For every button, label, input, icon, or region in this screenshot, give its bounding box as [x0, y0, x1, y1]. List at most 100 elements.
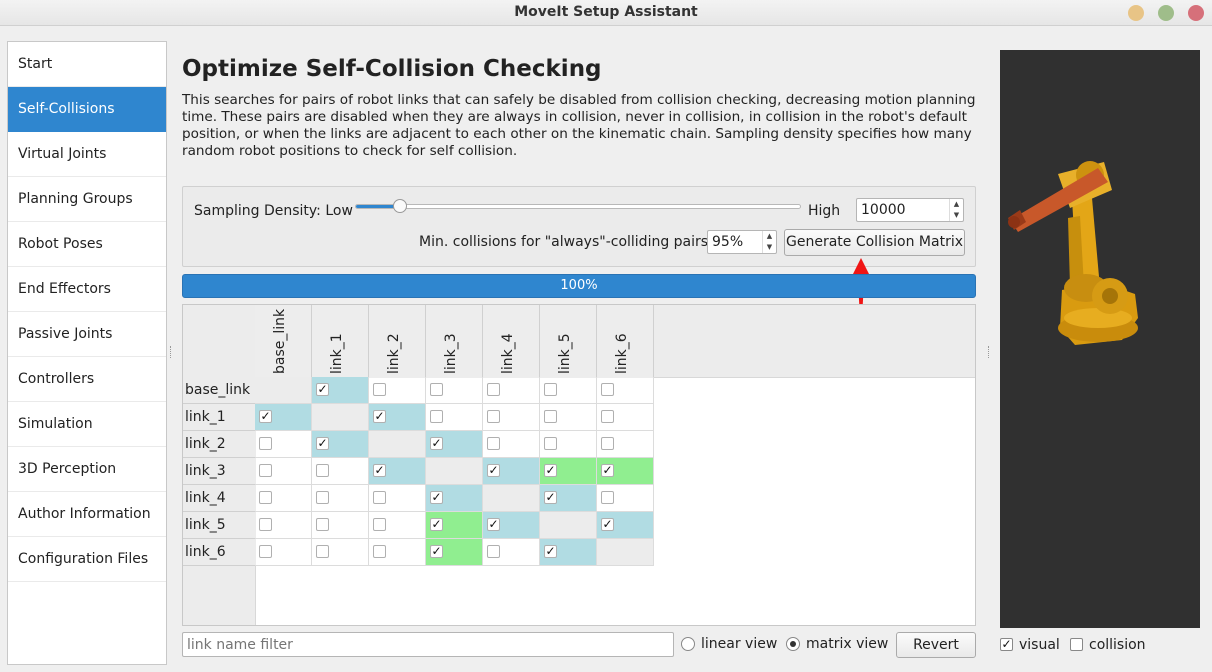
- sidebar-item-robot-poses[interactable]: Robot Poses: [8, 222, 166, 267]
- matrix-cell[interactable]: [255, 512, 312, 539]
- pair-checkbox[interactable]: [601, 437, 614, 450]
- pair-checkbox[interactable]: ✓: [373, 410, 386, 423]
- pair-checkbox[interactable]: [259, 545, 272, 558]
- pair-checkbox[interactable]: ✓: [430, 545, 443, 558]
- matrix-cell[interactable]: [483, 377, 540, 404]
- visual-label[interactable]: visual: [1019, 637, 1060, 653]
- sidebar-item-self-collisions[interactable]: Self-Collisions: [8, 87, 166, 132]
- sidebar-item-end-effectors[interactable]: End Effectors: [8, 267, 166, 312]
- minimize-button[interactable]: [1128, 5, 1144, 21]
- matrix-cell[interactable]: ✓: [312, 431, 369, 458]
- sidebar-item-controllers[interactable]: Controllers: [8, 357, 166, 402]
- matrix-cell[interactable]: ✓: [483, 512, 540, 539]
- pair-checkbox[interactable]: ✓: [430, 518, 443, 531]
- matrix-cell[interactable]: ✓: [483, 458, 540, 485]
- maximize-button[interactable]: [1158, 5, 1174, 21]
- pair-checkbox[interactable]: ✓: [430, 491, 443, 504]
- sidebar-item-author-information[interactable]: Author Information: [8, 492, 166, 537]
- sidebar-item-virtual-joints[interactable]: Virtual Joints: [8, 132, 166, 177]
- pair-checkbox[interactable]: [601, 491, 614, 504]
- pair-checkbox[interactable]: ✓: [316, 383, 329, 396]
- matrix-cell[interactable]: [255, 539, 312, 566]
- pair-checkbox[interactable]: ✓: [430, 437, 443, 450]
- matrix-cell[interactable]: ✓: [255, 404, 312, 431]
- matrix-cell[interactable]: ✓: [540, 458, 597, 485]
- sampling-density-slider[interactable]: [355, 204, 801, 209]
- matrix-cell[interactable]: [483, 404, 540, 431]
- matrix-cell[interactable]: ✓: [426, 431, 483, 458]
- matrix-cell[interactable]: [597, 485, 654, 512]
- pair-checkbox[interactable]: [601, 383, 614, 396]
- matrix-cell[interactable]: [426, 377, 483, 404]
- matrix-cell[interactable]: [597, 404, 654, 431]
- revert-button[interactable]: Revert: [896, 632, 976, 658]
- pair-checkbox[interactable]: ✓: [487, 518, 500, 531]
- spin-arrows[interactable]: ▲ ▼: [762, 231, 776, 253]
- pair-checkbox[interactable]: [259, 491, 272, 504]
- spin-down-icon[interactable]: ▼: [763, 242, 776, 253]
- matrix-cell[interactable]: ✓: [426, 485, 483, 512]
- sidebar-item-planning-groups[interactable]: Planning Groups: [8, 177, 166, 222]
- pair-checkbox[interactable]: [259, 464, 272, 477]
- matrix-cell[interactable]: ✓: [597, 512, 654, 539]
- matrix-cell[interactable]: [369, 539, 426, 566]
- pair-checkbox[interactable]: ✓: [601, 518, 614, 531]
- sidebar-item-configuration-files[interactable]: Configuration Files: [8, 537, 166, 582]
- pair-checkbox[interactable]: [487, 545, 500, 558]
- pair-checkbox[interactable]: [487, 437, 500, 450]
- spin-up-icon[interactable]: ▲: [950, 199, 963, 210]
- splitter-handle[interactable]: [170, 346, 173, 358]
- pair-checkbox[interactable]: ✓: [259, 410, 272, 423]
- matrix-cell[interactable]: [540, 404, 597, 431]
- matrix-view-label[interactable]: matrix view: [806, 636, 888, 652]
- matrix-cell[interactable]: [312, 512, 369, 539]
- slider-handle[interactable]: [393, 199, 407, 213]
- spin-up-icon[interactable]: ▲: [763, 231, 776, 242]
- pair-checkbox[interactable]: [316, 464, 329, 477]
- pair-checkbox[interactable]: [544, 383, 557, 396]
- pair-checkbox[interactable]: [373, 383, 386, 396]
- pair-checkbox[interactable]: [259, 518, 272, 531]
- pair-checkbox[interactable]: [601, 410, 614, 423]
- matrix-cell[interactable]: [540, 431, 597, 458]
- pair-checkbox[interactable]: [373, 491, 386, 504]
- pair-checkbox[interactable]: [430, 410, 443, 423]
- pair-checkbox[interactable]: [544, 437, 557, 450]
- matrix-cell[interactable]: [312, 458, 369, 485]
- sidebar-item-start[interactable]: Start: [8, 42, 166, 87]
- pair-checkbox[interactable]: [430, 383, 443, 396]
- matrix-cell[interactable]: [540, 377, 597, 404]
- matrix-cell[interactable]: [312, 539, 369, 566]
- matrix-cell[interactable]: [426, 404, 483, 431]
- splitter-handle[interactable]: [988, 346, 991, 358]
- matrix-cell[interactable]: [483, 431, 540, 458]
- spin-arrows[interactable]: ▲ ▼: [949, 199, 963, 221]
- matrix-view-radio[interactable]: [786, 637, 800, 651]
- matrix-cell[interactable]: ✓: [540, 485, 597, 512]
- min-collisions-spinbox[interactable]: 95% ▲ ▼: [707, 230, 777, 254]
- pair-checkbox[interactable]: ✓: [601, 464, 614, 477]
- pair-checkbox[interactable]: [316, 545, 329, 558]
- pair-checkbox[interactable]: [487, 383, 500, 396]
- pair-checkbox[interactable]: ✓: [487, 464, 500, 477]
- sidebar-item-passive-joints[interactable]: Passive Joints: [8, 312, 166, 357]
- linear-view-label[interactable]: linear view: [701, 636, 777, 652]
- pair-checkbox[interactable]: [316, 518, 329, 531]
- matrix-cell[interactable]: [255, 458, 312, 485]
- matrix-cell[interactable]: [255, 431, 312, 458]
- matrix-cell[interactable]: [369, 485, 426, 512]
- matrix-cell[interactable]: [312, 485, 369, 512]
- pair-checkbox[interactable]: ✓: [373, 464, 386, 477]
- matrix-cell[interactable]: [255, 485, 312, 512]
- pair-checkbox[interactable]: [259, 437, 272, 450]
- pair-checkbox[interactable]: ✓: [544, 545, 557, 558]
- matrix-cell[interactable]: [369, 377, 426, 404]
- matrix-cell[interactable]: [597, 377, 654, 404]
- pair-checkbox[interactable]: [544, 410, 557, 423]
- matrix-cell[interactable]: [597, 431, 654, 458]
- matrix-cell[interactable]: ✓: [597, 458, 654, 485]
- collision-label[interactable]: collision: [1089, 637, 1146, 653]
- matrix-cell[interactable]: ✓: [426, 512, 483, 539]
- pair-checkbox[interactable]: [373, 518, 386, 531]
- robot-3d-viewport[interactable]: [1000, 50, 1200, 628]
